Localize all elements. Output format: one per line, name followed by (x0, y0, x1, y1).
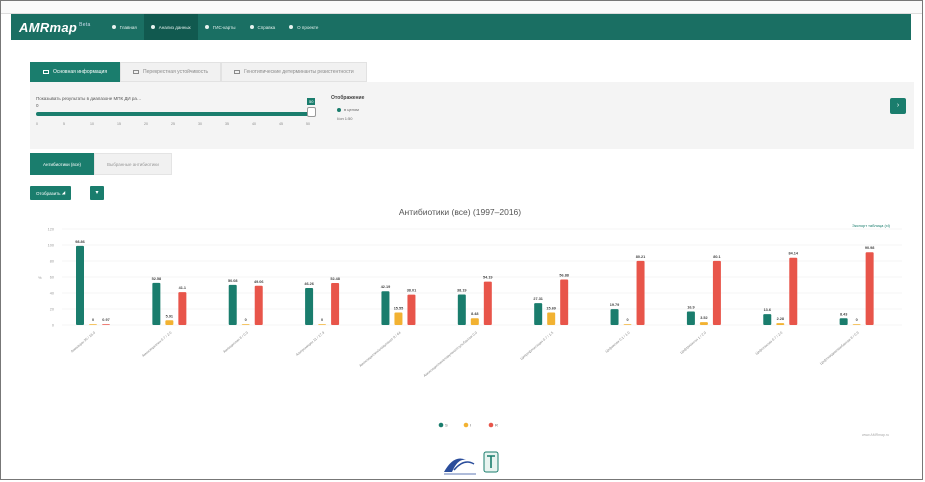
data-label: 5.91 (166, 314, 173, 318)
x-tick-label: Ципрофлоксацин 0.7 / 1.5 (520, 331, 555, 361)
data-label: 2.28 (777, 317, 784, 321)
bar-r (636, 260, 645, 325)
data-label: 3.52 (700, 316, 707, 320)
legend-marker-r (488, 422, 494, 428)
y-tick-label: 20 (50, 308, 54, 312)
bar-s (76, 245, 84, 325)
data-label: 0 (245, 318, 247, 322)
data-label: 56.88 (559, 273, 569, 277)
data-label: 16.9 (687, 305, 694, 309)
bar-i (470, 318, 479, 325)
data-label: 42.19 (381, 285, 391, 289)
y-tick-label: 80 (50, 260, 54, 264)
credit-text: www.AMRmap.ru (862, 433, 890, 437)
data-label: 15.55 (394, 307, 404, 311)
legend-marker-s (438, 422, 444, 428)
data-label: 0 (92, 318, 94, 322)
x-tick-label: Цефиксим 0.1 / 1.0 (605, 331, 631, 354)
data-label: 46.26 (304, 282, 314, 286)
data-label: 27.31 (533, 297, 543, 301)
legend-label: S (445, 423, 448, 428)
bar-chart: 0 20 40 60 80 100 120% 98.86 0 0.97 Амикацин 30 / … (38, 228, 902, 428)
y-tick-label: 0 (52, 324, 54, 328)
data-label: 19.79 (610, 303, 620, 307)
iacmac-logo-icon (444, 458, 476, 475)
bar-r (102, 324, 110, 325)
data-label: 0 (321, 318, 323, 322)
data-label: 54.19 (483, 276, 493, 280)
bar-i (852, 324, 861, 325)
data-label: 84.14 (789, 252, 799, 256)
bar-i (165, 320, 174, 325)
bar-s (305, 287, 314, 325)
data-label: 8.43 (840, 312, 847, 316)
data-label: 52.58 (152, 277, 162, 281)
bar-i (394, 312, 403, 325)
bar-i (318, 324, 327, 325)
data-label: 52.48 (330, 277, 340, 281)
bar-r (560, 279, 569, 325)
bar-i (776, 323, 785, 325)
data-label: 98.86 (75, 240, 85, 244)
data-label: 38.19 (457, 288, 467, 292)
bar-s (839, 318, 848, 325)
x-tick-label: Ампициллин 8 / 0.9 (222, 331, 249, 354)
bar-i (699, 322, 708, 325)
x-tick-label: Азитромицин 11 / 17.9 (295, 331, 325, 357)
data-label: 0 (856, 318, 858, 322)
bar-s (534, 303, 543, 325)
bar-i (623, 324, 632, 325)
data-label: 0 (626, 318, 628, 322)
y-tick-label: 100 (48, 244, 54, 248)
bar-r (331, 283, 340, 325)
data-label: 0.97 (102, 318, 109, 322)
bar-s (381, 291, 390, 325)
bar-r (712, 260, 721, 325)
bar-s (457, 294, 466, 325)
data-label: 80.21 (636, 255, 646, 259)
x-tick-label: Цефотаксим 0.7 / 2.0 (755, 331, 784, 356)
y-axis-label: % (38, 275, 42, 280)
partner-logos (444, 451, 499, 475)
data-label: 50.08 (228, 279, 238, 283)
data-label: 8.48 (471, 312, 478, 316)
bar-s (610, 309, 619, 325)
bar-s (228, 284, 237, 325)
bar-r (483, 281, 492, 325)
bar-r (407, 294, 416, 325)
data-label: 38.01 (407, 289, 417, 293)
y-tick-label: 40 (50, 292, 54, 296)
x-tick-label: Амоксициллин/клавуланат/сульбактам 0.0 (423, 331, 478, 378)
legend-label: R (495, 423, 498, 428)
legend-marker-i (463, 422, 469, 428)
x-tick-label: Амикацин 30 / 16.0 (70, 331, 96, 354)
data-label: 80.1 (713, 255, 720, 259)
data-label: 49.06 (254, 280, 264, 284)
x-tick-label: Цефтриаксон 1 / 2.0 (679, 331, 707, 355)
x-tick-label: Амоксициллин 0.7 / 2.0 (141, 331, 172, 358)
bar-r (865, 252, 874, 325)
y-tick-label: 60 (50, 276, 54, 280)
data-label: 90.98 (865, 246, 875, 250)
bar-i (89, 324, 97, 325)
data-label: 15.69 (546, 306, 556, 310)
bar-i (241, 324, 250, 325)
data-label: 13.6 (764, 308, 771, 312)
bar-s (763, 314, 772, 325)
bar-r (789, 257, 798, 325)
bar-r (254, 285, 263, 325)
legend-label: I (470, 423, 471, 428)
data-label: 41.1 (179, 286, 186, 290)
university-emblem-icon (483, 451, 499, 473)
x-tick-label: Амоксициллин/клавуланат 8 / 64 (358, 331, 401, 368)
bar-i (547, 312, 556, 325)
bar-r (178, 292, 187, 325)
bar-s (152, 282, 161, 325)
y-tick-label: 120 (48, 228, 54, 232)
x-tick-label: Цефтазидим/авибактам 8 / 0.9 (819, 331, 860, 366)
bar-s (686, 311, 695, 325)
